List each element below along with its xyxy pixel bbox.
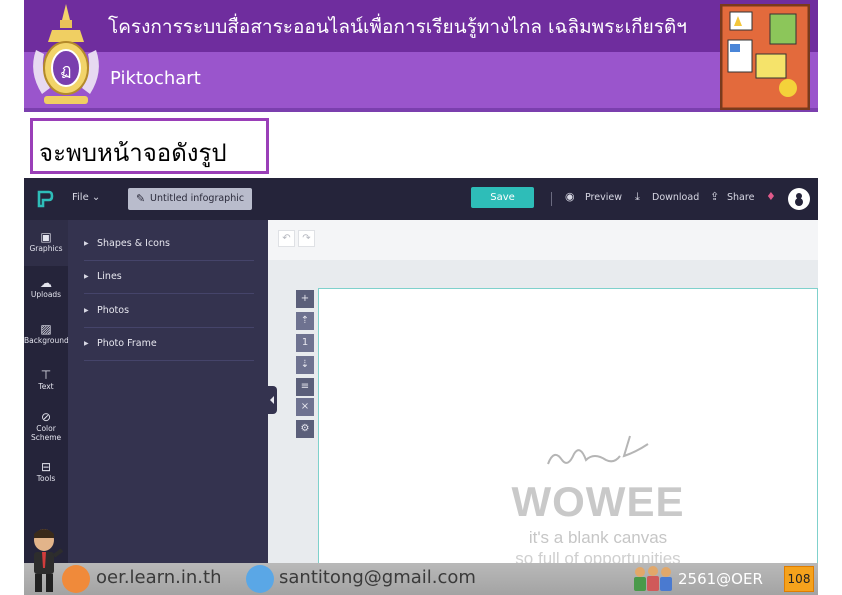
gear-icon[interactable]: ⚙ xyxy=(296,420,314,438)
rail-item-text[interactable]: ⊤ Text xyxy=(24,368,68,391)
piktochart-logo-icon[interactable] xyxy=(36,190,54,208)
slide-header: ฏ โครงการระบบสื่อสาระออนไลน์เพื่อการเรีย… xyxy=(24,0,818,112)
infographic-title-field[interactable]: ✎ Untitled infographic xyxy=(128,188,252,210)
move-up-button[interactable]: ⇡ xyxy=(296,312,314,330)
caret-right-icon: ▶ xyxy=(84,273,89,280)
piktochart-editor: File ⌄ ✎ Untitled infographic Save ◉ Pre… xyxy=(24,178,818,595)
panel-item-shapes-icons[interactable]: ▶ Shapes & Icons xyxy=(84,228,254,261)
mascot-icon xyxy=(34,529,64,592)
delete-block-button[interactable]: × xyxy=(296,398,314,416)
panel-item-label: Lines xyxy=(97,271,122,282)
panel-item-label: Photos xyxy=(97,305,130,316)
mail-icon xyxy=(246,565,274,593)
save-button[interactable]: Save xyxy=(471,187,534,208)
people-group-icon xyxy=(634,566,672,591)
notification-icon[interactable]: ♦ xyxy=(766,190,776,203)
rail-item-graphics[interactable]: ▣ Graphics xyxy=(24,230,68,253)
page-number-badge: 108 xyxy=(784,566,814,592)
rail-label: Color Scheme xyxy=(31,424,62,442)
eye-icon: ◉ xyxy=(565,190,575,203)
redo-button[interactable]: ↷ xyxy=(298,230,315,247)
rail-item-tools[interactable]: ⊟ Tools xyxy=(24,460,68,483)
caret-right-icon: ▶ xyxy=(84,340,89,347)
cloud-upload-icon: ☁ xyxy=(40,276,52,290)
wowee-heading: WOWEE xyxy=(511,478,685,525)
blank-canvas-line1: it's a blank canvas xyxy=(528,528,668,547)
panel-item-label: Shapes & Icons xyxy=(97,238,170,249)
caption-text: จะพบหน้าจอดังรูป xyxy=(39,139,227,167)
panel-item-label: Photo Frame xyxy=(97,338,157,349)
rail-label: Uploads xyxy=(30,290,62,299)
add-block-button[interactable]: + xyxy=(296,290,314,308)
rail-label: Graphics xyxy=(29,244,63,253)
editor-topbar: File ⌄ ✎ Untitled infographic Save ◉ Pre… xyxy=(24,178,818,220)
graphics-panel: ▶ Shapes & Icons ▶ Lines ▶ Photos ▶ Phot… xyxy=(68,220,268,595)
toolbox-icon: ⊟ xyxy=(40,460,52,474)
image-icon: ▣ xyxy=(40,230,52,244)
rail-label: Text xyxy=(38,382,54,391)
rail-item-background[interactable]: ▨ Background xyxy=(24,322,69,345)
preview-button[interactable]: Preview xyxy=(585,192,622,203)
caption-box: จะพบหน้าจอดังรูป xyxy=(30,118,269,174)
rail-label: Tools xyxy=(36,474,56,483)
panel-item-lines[interactable]: ▶ Lines xyxy=(84,261,254,294)
file-menu[interactable]: File ⌄ xyxy=(72,192,100,203)
panel-item-photos[interactable]: ▶ Photos xyxy=(84,295,254,328)
website-icon xyxy=(62,565,90,593)
footer-website[interactable]: oer.learn.in.th xyxy=(96,567,221,588)
block-list-button[interactable]: ≡ xyxy=(296,378,314,396)
header-title: โครงการระบบสื่อสาระออนไลน์เพื่อการเรียนร… xyxy=(108,16,687,38)
header-subtitle: Piktochart xyxy=(110,68,201,89)
royal-emblem-icon: ฏ xyxy=(33,4,99,104)
footer-year: 2561@OER xyxy=(678,570,763,588)
move-down-button[interactable]: ⇣ xyxy=(296,356,314,374)
download-icon: ⤓ xyxy=(635,190,640,203)
share-button[interactable]: Share xyxy=(727,192,754,203)
pencil-icon: ✎ xyxy=(136,192,146,205)
hatch-icon: ▨ xyxy=(40,322,52,336)
user-avatar[interactable] xyxy=(788,188,810,210)
bulletin-board-icon xyxy=(720,4,810,110)
palette-icon: ⊘ xyxy=(40,410,52,424)
download-button[interactable]: Download xyxy=(652,192,699,203)
caret-right-icon: ▶ xyxy=(84,240,89,247)
header-shadow xyxy=(24,108,818,112)
share-icon: ⇪ xyxy=(710,190,720,203)
infographic-title: Untitled infographic xyxy=(150,193,245,204)
block-number-button[interactable]: 1 xyxy=(296,334,314,352)
undo-button[interactable]: ↶ xyxy=(278,230,295,247)
toolbar-divider xyxy=(551,192,552,206)
rail-label: Background xyxy=(24,336,69,345)
caret-right-icon: ▶ xyxy=(84,307,89,314)
svg-text:ฏ: ฏ xyxy=(61,60,72,79)
squiggle-logo-icon xyxy=(547,435,649,465)
footer-email[interactable]: santitong@gmail.com xyxy=(279,567,476,588)
text-icon: ⊤ xyxy=(40,368,52,382)
rail-item-uploads[interactable]: ☁ Uploads xyxy=(24,276,68,299)
undo-redo-bar: ↶ ↷ xyxy=(268,220,818,260)
panel-item-photo-frame[interactable]: ▶ Photo Frame xyxy=(84,328,254,361)
collapse-panel-tab[interactable] xyxy=(268,386,277,414)
rail-item-color-scheme[interactable]: ⊘ Color Scheme xyxy=(24,410,68,442)
